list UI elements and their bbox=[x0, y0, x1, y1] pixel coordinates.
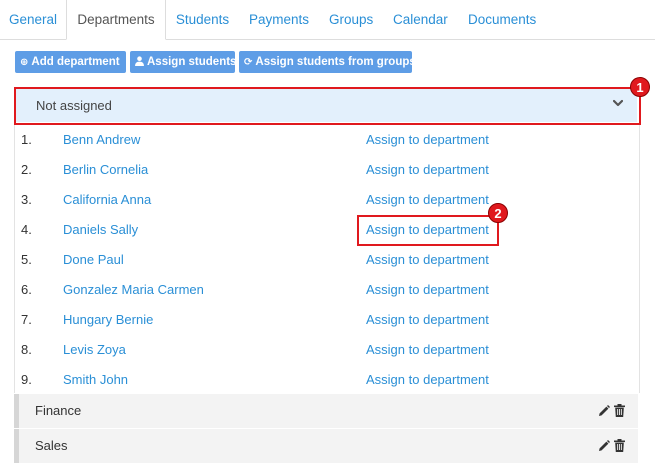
assign-to-department-link[interactable]: Assign to department bbox=[366, 252, 489, 267]
list-item: 3. California Anna Assign to department bbox=[15, 185, 639, 215]
tab-general[interactable]: General bbox=[9, 0, 57, 39]
row-number: 8. bbox=[21, 342, 32, 357]
row-number: 7. bbox=[21, 312, 32, 327]
tab-bar: General Departments Students Payments Gr… bbox=[0, 0, 655, 40]
not-assigned-student-list: 1. Benn Andrew Assign to department 2. B… bbox=[14, 125, 640, 393]
row-number: 5. bbox=[21, 252, 32, 267]
student-name-link[interactable]: Hungary Bernie bbox=[63, 312, 153, 327]
list-item: 6. Gonzalez Maria Carmen Assign to depar… bbox=[15, 275, 639, 305]
callout-box-1 bbox=[14, 87, 641, 125]
row-number: 2. bbox=[21, 162, 32, 177]
tab-documents[interactable]: Documents bbox=[468, 0, 536, 39]
row-number: 1. bbox=[21, 132, 32, 147]
assign-to-department-link[interactable]: Assign to department bbox=[366, 312, 489, 327]
list-item: 4. Daniels Sally Assign to department bbox=[15, 215, 639, 245]
assign-to-department-link[interactable]: Assign to department bbox=[366, 282, 489, 297]
student-name-link[interactable]: Daniels Sally bbox=[63, 222, 138, 237]
tab-groups[interactable]: Groups bbox=[329, 0, 373, 39]
plus-circle-icon: ⊕ bbox=[20, 57, 29, 68]
list-item: 5. Done Paul Assign to department bbox=[15, 245, 639, 275]
list-item: 8. Levis Zoya Assign to department bbox=[15, 335, 639, 365]
row-number: 6. bbox=[21, 282, 32, 297]
add-department-button[interactable]: ⊕ Add department bbox=[15, 51, 126, 73]
tab-departments[interactable]: Departments bbox=[66, 0, 166, 40]
callout-badge-2: 2 bbox=[488, 203, 508, 223]
student-name-link[interactable]: Done Paul bbox=[63, 252, 124, 267]
assign-to-department-link[interactable]: Assign to department bbox=[366, 192, 489, 207]
student-name-link[interactable]: Gonzalez Maria Carmen bbox=[63, 282, 204, 297]
callout-box-2 bbox=[357, 215, 499, 246]
student-name-link[interactable]: California Anna bbox=[63, 192, 151, 207]
trash-icon[interactable] bbox=[614, 404, 625, 417]
pencil-icon[interactable] bbox=[598, 405, 610, 417]
trash-icon[interactable] bbox=[614, 439, 625, 452]
department-row-sales[interactable]: Sales bbox=[14, 429, 638, 463]
list-item: 1. Benn Andrew Assign to department bbox=[15, 125, 639, 155]
student-name-link[interactable]: Berlin Cornelia bbox=[63, 162, 148, 177]
add-department-label: Add department bbox=[31, 56, 120, 68]
assign-to-department-link[interactable]: Assign to department bbox=[366, 132, 489, 147]
assign-to-department-link[interactable]: Assign to department bbox=[366, 162, 489, 177]
row-number: 4. bbox=[21, 222, 32, 237]
list-item: 2. Berlin Cornelia Assign to department bbox=[15, 155, 639, 185]
pencil-icon[interactable] bbox=[598, 440, 610, 452]
department-row-finance[interactable]: Finance bbox=[14, 394, 638, 428]
row-number: 9. bbox=[21, 372, 32, 387]
assign-to-department-link[interactable]: Assign to department bbox=[366, 372, 489, 387]
tab-students[interactable]: Students bbox=[175, 0, 230, 39]
list-item: 7. Hungary Bernie Assign to department bbox=[15, 305, 639, 335]
assign-students-button[interactable]: Assign students bbox=[130, 51, 237, 74]
assign-from-groups-button[interactable]: ⟳ Assign students from groups bbox=[239, 51, 416, 73]
row-number: 3. bbox=[21, 192, 32, 207]
assign-from-groups-label: Assign students from groups bbox=[255, 56, 416, 68]
user-icon bbox=[135, 52, 144, 74]
refresh-icon: ⟳ bbox=[244, 57, 253, 68]
list-item: 9. Smith John Assign to department bbox=[15, 365, 639, 395]
assign-students-label: Assign students bbox=[147, 56, 237, 68]
department-name: Finance bbox=[35, 403, 82, 418]
student-name-link[interactable]: Levis Zoya bbox=[63, 342, 126, 357]
assign-to-department-link[interactable]: Assign to department bbox=[366, 342, 489, 357]
student-name-link[interactable]: Benn Andrew bbox=[63, 132, 140, 147]
callout-badge-1: 1 bbox=[630, 77, 650, 97]
student-name-link[interactable]: Smith John bbox=[63, 372, 128, 387]
tab-calendar[interactable]: Calendar bbox=[393, 0, 448, 39]
department-name: Sales bbox=[35, 438, 68, 453]
tab-payments[interactable]: Payments bbox=[249, 0, 309, 39]
